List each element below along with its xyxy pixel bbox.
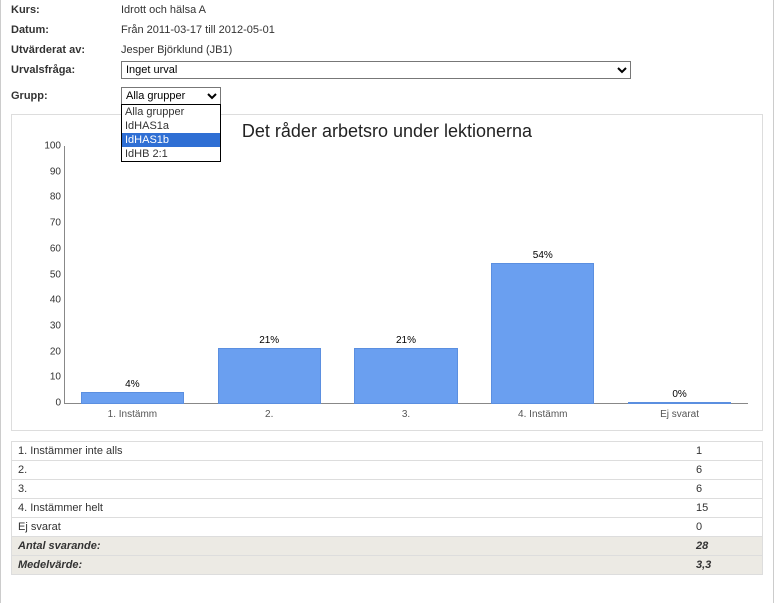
result-row: 4. Instämmer helt15 [11, 499, 763, 518]
bar-slot: 21% [338, 146, 475, 404]
kurs-label: Kurs: [11, 4, 121, 16]
kurs-value: Idrott och hälsa A [121, 4, 206, 16]
result-summary-row: Medelvärde:3,3 [11, 556, 763, 575]
urval-select[interactable]: Inget urval [121, 61, 631, 79]
result-value: 15 [696, 502, 756, 514]
grupp-option[interactable]: Alla grupper [122, 105, 220, 119]
bar [81, 392, 184, 404]
bar [354, 348, 457, 404]
y-tick-label: 100 [35, 141, 61, 152]
x-tick-label: 3. [338, 404, 475, 426]
bar-slot: 21% [201, 146, 338, 404]
result-label: Ej svarat [18, 521, 696, 533]
bar-slot: 0% [611, 146, 748, 404]
result-summary-value: 28 [696, 540, 756, 552]
result-row: 3.6 [11, 480, 763, 499]
result-value: 6 [696, 483, 756, 495]
bar-value-label: 4% [125, 379, 139, 390]
grupp-option[interactable]: IdHAS1b [122, 133, 220, 147]
x-tick-label: 2. [201, 404, 338, 426]
y-tick-label: 20 [35, 346, 61, 357]
grupp-select[interactable]: Alla grupper [121, 87, 221, 105]
y-tick-label: 90 [35, 166, 61, 177]
y-tick-label: 0 [35, 398, 61, 409]
y-tick-label: 70 [35, 218, 61, 229]
result-label: 1. Instämmer inte alls [18, 445, 696, 457]
chart-plot: 0102030405060708090100 4%21%21%54%0% 1. … [64, 146, 748, 426]
bar-value-label: 0% [672, 389, 686, 400]
bar-value-label: 21% [259, 335, 279, 346]
grupp-label: Grupp: [11, 90, 121, 102]
result-summary-row: Antal svarande:28 [11, 537, 763, 556]
y-tick-label: 10 [35, 372, 61, 383]
result-row: Ej svarat0 [11, 518, 763, 537]
result-value: 1 [696, 445, 756, 457]
grupp-option[interactable]: IdHAS1a [122, 119, 220, 133]
result-label: 4. Instämmer helt [18, 502, 696, 514]
x-tick-label: Ej svarat [611, 404, 748, 426]
result-value: 0 [696, 521, 756, 533]
result-value: 6 [696, 464, 756, 476]
page: Kurs: Idrott och hälsa A Datum: Från 201… [0, 0, 774, 603]
result-row: 2.6 [11, 461, 763, 480]
result-summary-label: Antal svarande: [18, 540, 696, 552]
result-summary-value: 3,3 [696, 559, 756, 571]
bar-value-label: 21% [396, 335, 416, 346]
y-tick-label: 50 [35, 269, 61, 280]
datum-value: Från 2011-03-17 till 2012-05-01 [121, 24, 275, 36]
utv-label: Utvärderat av: [11, 44, 121, 56]
y-tick-label: 60 [35, 243, 61, 254]
bar-value-label: 54% [533, 250, 553, 261]
result-label: 3. [18, 483, 696, 495]
utv-value: Jesper Björklund (JB1) [121, 44, 232, 56]
y-tick-label: 80 [35, 192, 61, 203]
grupp-dropdown-list[interactable]: Alla grupperIdHAS1aIdHAS1bIdHB 2:1 [121, 104, 221, 162]
result-summary-label: Medelvärde: [18, 559, 696, 571]
grupp-option[interactable]: IdHB 2:1 [122, 147, 220, 161]
bar-slot: 4% [64, 146, 201, 404]
bar [491, 263, 594, 404]
results-table: 1. Instämmer inte alls12.63.64. Instämme… [11, 441, 763, 575]
urval-label: Urvalsfråga: [11, 64, 121, 76]
datum-label: Datum: [11, 24, 121, 36]
result-row: 1. Instämmer inte alls1 [11, 441, 763, 461]
x-tick-label: 1. Instämm [64, 404, 201, 426]
y-tick-label: 40 [35, 295, 61, 306]
bar-slot: 54% [474, 146, 611, 404]
y-tick-label: 30 [35, 320, 61, 331]
x-tick-label: 4. Instämm [474, 404, 611, 426]
result-label: 2. [18, 464, 696, 476]
bar [218, 348, 321, 404]
